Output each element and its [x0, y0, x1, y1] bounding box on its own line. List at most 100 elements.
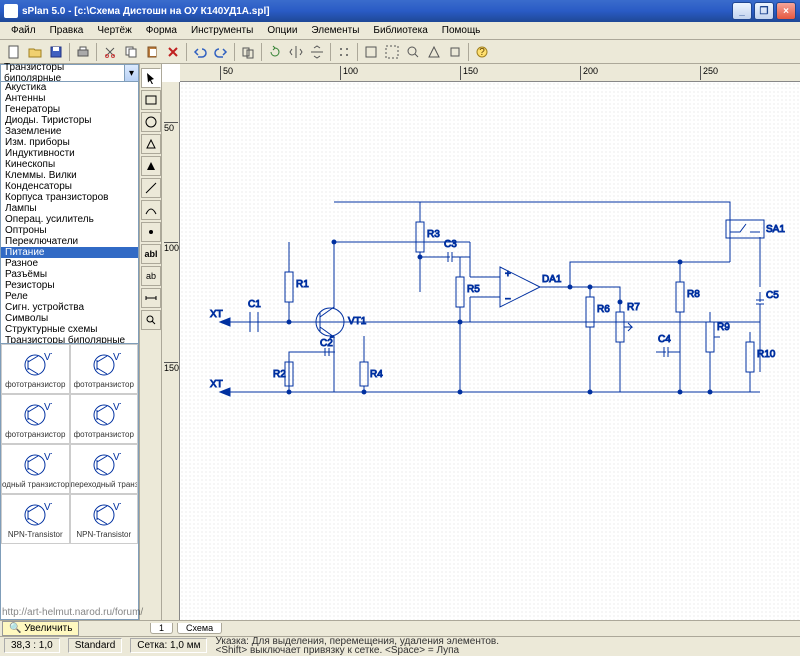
sheet-tab-schema[interactable]: Схема [177, 623, 222, 634]
mirror-h-button[interactable] [286, 42, 306, 62]
menu-options[interactable]: Опции [260, 24, 304, 37]
delete-button[interactable] [163, 42, 183, 62]
category-item[interactable]: Переключатели [1, 236, 138, 247]
category-list[interactable]: АкустикаАнтенныГенераторыДиоды. Тиристор… [0, 82, 139, 344]
menu-help[interactable]: Помощь [435, 24, 488, 37]
redo-button[interactable] [211, 42, 231, 62]
sheet-tab-1[interactable]: 1 [150, 623, 173, 634]
zoom-button[interactable] [403, 42, 423, 62]
coord-panel: 38,3 : 1,0 [4, 638, 60, 653]
preview-cell[interactable]: VT0NPN-Transistor [70, 494, 139, 544]
save-button[interactable] [46, 42, 66, 62]
category-item[interactable]: Лампы [1, 203, 138, 214]
category-item[interactable]: Корпуса транзисторов [1, 192, 138, 203]
svg-text:VT0: VT0 [44, 352, 52, 363]
mirror-v-button[interactable] [307, 42, 327, 62]
app-icon [4, 4, 18, 18]
category-item[interactable]: Реле [1, 291, 138, 302]
category-item[interactable]: Питание [1, 247, 138, 258]
menu-tools[interactable]: Инструменты [184, 24, 260, 37]
category-item[interactable]: Антенны [1, 93, 138, 104]
symbol-preview-grid[interactable]: VT0фототранзисторVT0фототранзисторVT0фот… [0, 344, 139, 620]
cut-button[interactable] [100, 42, 120, 62]
duplicate-button[interactable] [238, 42, 258, 62]
tool-extra2[interactable] [445, 42, 465, 62]
tool-pointer[interactable] [141, 68, 161, 88]
new-button[interactable] [4, 42, 24, 62]
toolbar: ? [0, 40, 800, 64]
menu-drawing[interactable]: Чертёж [90, 24, 138, 37]
menu-file[interactable]: Файл [4, 24, 43, 37]
category-item[interactable]: Изм. приборы [1, 137, 138, 148]
category-item[interactable]: Структурные схемы [1, 324, 138, 335]
help-button[interactable]: ? [472, 42, 492, 62]
category-item[interactable]: Заземление [1, 126, 138, 137]
menu-edit[interactable]: Правка [43, 24, 91, 37]
snap-button[interactable] [334, 42, 354, 62]
paste-button[interactable] [142, 42, 162, 62]
tool-text[interactable]: abl [141, 244, 161, 264]
library-sidebar: Транзисторы биполярные ▾ АкустикаАнтенны… [0, 64, 140, 620]
sheet-tabs: 1 Схема [0, 620, 800, 636]
preview-cell[interactable]: VT0фототранзистор [1, 344, 70, 394]
category-item[interactable]: Индуктивности [1, 148, 138, 159]
menu-form[interactable]: Форма [139, 24, 184, 37]
category-item[interactable]: Резисторы [1, 280, 138, 291]
svg-text:R9: R9 [717, 322, 730, 333]
ruler-vertical: 50100150 [162, 82, 180, 620]
menu-elements[interactable]: Элементы [304, 24, 366, 37]
category-item[interactable]: Конденсаторы [1, 181, 138, 192]
chevron-down-icon[interactable]: ▾ [124, 65, 138, 81]
tool-circle[interactable] [141, 112, 161, 132]
preview-cell[interactable]: VT0фототранзистор [70, 394, 139, 444]
category-item[interactable]: Оптроны [1, 225, 138, 236]
tool-measure[interactable] [141, 288, 161, 308]
category-item[interactable]: Операц. усилитель [1, 214, 138, 225]
close-button[interactable]: × [776, 2, 796, 20]
library-combo[interactable]: Транзисторы биполярные ▾ [0, 64, 139, 82]
category-item[interactable]: Клеммы. Вилки [1, 170, 138, 181]
copy-button[interactable] [121, 42, 141, 62]
tool-zoom[interactable] [141, 310, 161, 330]
rotate-button[interactable] [265, 42, 285, 62]
tool-line[interactable] [141, 178, 161, 198]
minimize-button[interactable]: _ [732, 2, 752, 20]
zoom-watermark[interactable]: 🔍 Увеличить [2, 621, 79, 636]
category-item[interactable]: Разное [1, 258, 138, 269]
zoom-page-button[interactable] [361, 42, 381, 62]
svg-text:R5: R5 [467, 284, 480, 295]
category-item[interactable]: Сигн. устройства [1, 302, 138, 313]
print-button[interactable] [73, 42, 93, 62]
tool-poly[interactable] [141, 134, 161, 154]
open-button[interactable] [25, 42, 45, 62]
statusbar: 38,3 : 1,0 Standard Сетка: 1,0 мм Указка… [0, 636, 800, 654]
drawing-canvas[interactable]: XT XT C1 R1 [180, 82, 800, 620]
library-combo-text: Транзисторы биполярные [4, 62, 124, 84]
undo-button[interactable] [190, 42, 210, 62]
category-item[interactable]: Транзисторы биполярные [1, 335, 138, 344]
maximize-button[interactable]: ❐ [754, 2, 774, 20]
tool-label[interactable]: ab [141, 266, 161, 286]
category-item[interactable]: Символы [1, 313, 138, 324]
category-item[interactable]: Акустика [1, 82, 138, 93]
category-item[interactable]: Генераторы [1, 104, 138, 115]
tool-polyfill[interactable] [141, 156, 161, 176]
category-item[interactable]: Разъёмы [1, 269, 138, 280]
menu-library[interactable]: Библиотека [366, 24, 434, 37]
svg-text:VT1: VT1 [348, 316, 367, 327]
tool-rect[interactable] [141, 90, 161, 110]
category-item[interactable]: Диоды. Тиристоры [1, 115, 138, 126]
preview-cell[interactable]: VT0фототранзистор [1, 394, 70, 444]
preview-cell[interactable]: VT0одный транзистор [1, 444, 70, 494]
tool-extra1[interactable] [424, 42, 444, 62]
preview-cell[interactable]: VT0NPN-Transistor [1, 494, 70, 544]
url-footer: http://art-helmut.narod.ru/forum/ [2, 607, 143, 618]
preview-cell[interactable]: VT0фототранзистор [70, 344, 139, 394]
tool-node[interactable] [141, 222, 161, 242]
preview-cell[interactable]: VT0переходный транз [70, 444, 139, 494]
category-item[interactable]: Кинескопы [1, 159, 138, 170]
svg-text:R3: R3 [427, 229, 440, 240]
tool-curve[interactable] [141, 200, 161, 220]
drawing-tool-palette: abl ab [140, 64, 162, 620]
zoom-objs-button[interactable] [382, 42, 402, 62]
